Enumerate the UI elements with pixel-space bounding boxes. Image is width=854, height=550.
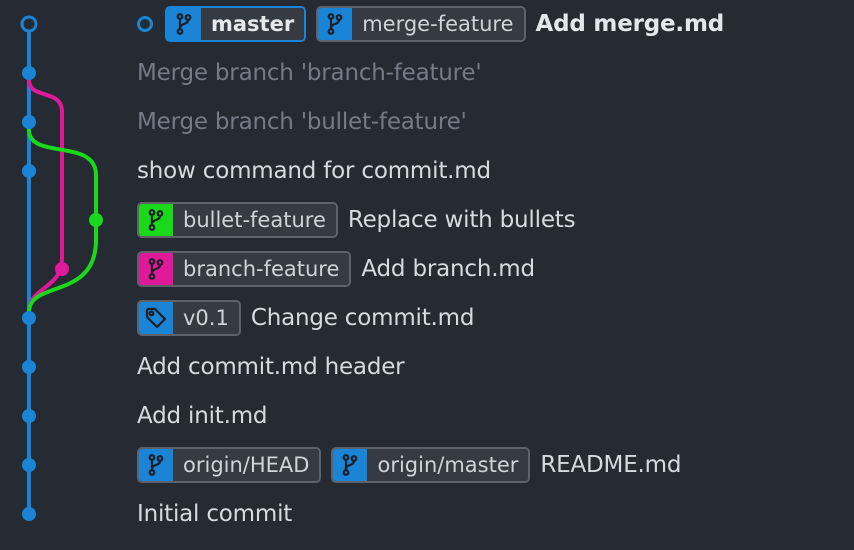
commit-node[interactable] [22, 164, 36, 178]
git-branch-icon [139, 449, 173, 481]
branch-label[interactable]: merge-feature [316, 6, 526, 42]
branch-label[interactable]: branch-feature [137, 251, 352, 287]
commit-message: Change commit.md [250, 305, 475, 331]
commit-row[interactable]: Add init.md [137, 401, 268, 431]
commit-row[interactable]: show command for commit.md [137, 156, 491, 186]
commit-message: Replace with bullets [347, 207, 576, 233]
commit-node[interactable] [22, 360, 36, 374]
ref-name: v0.1 [173, 302, 239, 334]
commit-row[interactable]: Initial commit [137, 499, 292, 529]
ref-name: merge-feature [352, 8, 524, 40]
git-branch-icon [139, 204, 173, 236]
commit-row[interactable]: Merge branch 'bullet-feature' [137, 107, 467, 137]
commit-graph [20, 15, 103, 521]
head-indicator-icon [137, 16, 153, 32]
commit-row[interactable]: Add commit.md header [137, 352, 405, 382]
commit-message: Add commit.md header [137, 354, 405, 380]
git-branch-icon [333, 449, 368, 481]
branch-feature-lane [27, 78, 64, 314]
commit-message: Add merge.md [535, 11, 725, 37]
commit-message: Initial commit [137, 501, 293, 527]
commit-message: Merge branch 'branch-feature' [137, 60, 482, 86]
commit-message: show command for commit.md [137, 158, 491, 184]
commit-row[interactable]: v0.1 Change commit.md [137, 300, 475, 336]
ref-name: bullet-feature [173, 204, 336, 236]
commit-node[interactable] [22, 115, 36, 129]
commit-row[interactable]: master merge-feature Add merge.md [137, 6, 725, 42]
ref-name: origin/master [367, 449, 529, 481]
commit-node[interactable] [55, 262, 69, 276]
commit-message: README.md [540, 452, 682, 478]
commit-row[interactable]: origin/HEAD origin/master README.md [137, 447, 682, 483]
ref-name: origin/HEAD [173, 449, 320, 481]
commit-node[interactable] [22, 66, 36, 80]
commit-row[interactable]: Merge branch 'branch-feature' [137, 58, 482, 88]
branch-label[interactable]: master [165, 6, 307, 42]
git-branch-icon [167, 8, 201, 40]
commit-node[interactable] [22, 311, 36, 325]
branch-label[interactable]: origin/master [331, 447, 531, 483]
ref-name: master [201, 8, 305, 40]
head-commit-node[interactable] [20, 15, 38, 33]
commit-node[interactable] [22, 507, 36, 521]
tag-label[interactable]: v0.1 [137, 300, 241, 336]
graph-nodes [20, 15, 103, 521]
commit-row[interactable]: bullet-feature Replace with bullets [137, 202, 576, 238]
commit-node[interactable] [22, 458, 36, 472]
branch-label[interactable]: bullet-feature [137, 202, 338, 238]
commit-message: Add branch.md [361, 256, 535, 282]
commit-row[interactable]: branch-feature Add branch.md [137, 251, 535, 287]
branch-label[interactable]: origin/HEAD [137, 447, 322, 483]
commit-node[interactable] [22, 409, 36, 423]
commit-message: Add init.md [137, 403, 268, 429]
commit-message: Merge branch 'bullet-feature' [137, 109, 467, 135]
commit-node[interactable] [89, 213, 103, 227]
git-branch-icon [318, 8, 353, 40]
ref-name: branch-feature [173, 253, 350, 285]
git-branch-icon [139, 253, 173, 285]
tag-icon [139, 302, 173, 334]
